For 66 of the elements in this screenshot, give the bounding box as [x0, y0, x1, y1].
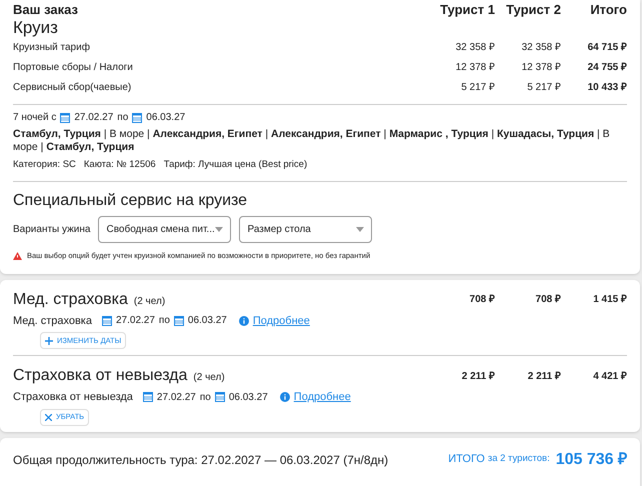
traveler-count: (2 чел)	[134, 294, 166, 308]
price: 24 755 ₽	[586, 61, 627, 75]
calendar-icon	[132, 113, 142, 123]
calendar-icon	[60, 113, 70, 123]
section-title: Круиз	[13, 18, 59, 38]
price: 12 378 ₽	[454, 61, 495, 75]
column-header: Турист 1	[439, 2, 495, 18]
detail-text: Тариф: Лучшая цена (Best price)	[164, 158, 308, 172]
date-text: 06.03.27	[146, 112, 186, 124]
details-link[interactable]: Подробнее	[252, 312, 310, 329]
price: 4 421 ₽	[592, 370, 627, 384]
insurance-title: Страховка от невыезда	[13, 366, 188, 386]
column-header: Турист 2	[505, 2, 561, 18]
date-text: 06.03.27	[228, 390, 268, 405]
price: 708 ₽	[534, 293, 561, 307]
price: 708 ₽	[468, 293, 495, 307]
price: 5 217 ₽	[460, 81, 495, 95]
price: 64 715 ₽	[586, 41, 627, 55]
date-text: 27.02.27	[116, 314, 155, 328]
detail-text: Категория: SC	[13, 158, 76, 172]
order-heading: Ваш заказ	[13, 2, 79, 18]
dropdown[interactable]: Размер стола	[239, 216, 372, 244]
row-label: Круизный тариф	[13, 41, 91, 55]
calendar-icon	[174, 316, 184, 326]
close-icon	[45, 414, 52, 420]
row-label: Портовые сборы / Налоги	[13, 61, 134, 75]
dropdown[interactable]: Свободная смена пит...	[98, 216, 232, 244]
dinner-label: Варианты ужина	[13, 223, 90, 238]
price: 32 358 ₽	[520, 41, 561, 55]
date-separator: по	[158, 314, 170, 328]
route-text: Стамбул, Турция | В море | Александрия, Египет | Александрия, Египет | Мармарис , Турция | Кушадасы, Турция | В море | Стамбул, Турция	[13, 128, 611, 154]
total-label: ИТОГО	[448, 452, 485, 468]
price: 2 211 ₽	[460, 370, 495, 384]
plus-icon	[45, 336, 53, 344]
caret-icon	[356, 227, 364, 232]
date-text: 06.03.27	[188, 314, 227, 328]
date-separator: по	[117, 112, 128, 124]
price: 1 415 ₽	[592, 293, 627, 307]
insurance-title: Мед. страховка	[13, 290, 128, 310]
price: 10 433 ₽	[586, 81, 627, 95]
duration-text: Общая продолжительность тура: 27.02.2027 — 06.03.2027 (7н/8дн)	[13, 452, 390, 468]
column-header: Итого	[589, 2, 627, 18]
nights-text: 7 ночей с	[13, 112, 56, 124]
caret-icon	[215, 227, 224, 232]
traveler-count: (2 чел)	[193, 371, 225, 385]
detail-text: Каюта: № 12506	[84, 158, 156, 172]
info-icon	[280, 392, 290, 402]
price: 12 378 ₽	[520, 61, 561, 75]
date-text: 27.02.27	[74, 112, 114, 124]
section-title: Специальный сервис на круизе	[13, 191, 248, 212]
info-icon	[238, 316, 249, 326]
insurance-label: Мед. страховка	[13, 314, 92, 328]
price: 32 358 ₽	[454, 41, 495, 55]
calendar-icon	[142, 392, 153, 402]
warning-icon	[13, 252, 22, 260]
total-amount: 105 736 ₽	[556, 450, 627, 470]
calendar-icon	[102, 316, 112, 326]
price: 5 217 ₽	[526, 81, 561, 95]
row-label: Сервисный сбор(чаевые)	[13, 81, 132, 95]
insurance-label: Страховка от невыезда	[13, 390, 133, 405]
calendar-icon	[214, 392, 225, 402]
total-suffix: за 2 туристов:	[488, 452, 550, 466]
details-link[interactable]: Подробнее	[294, 389, 351, 406]
price: 2 211 ₽	[526, 370, 561, 384]
date-text: 27.02.27	[156, 390, 196, 405]
date-separator: по	[200, 390, 211, 405]
